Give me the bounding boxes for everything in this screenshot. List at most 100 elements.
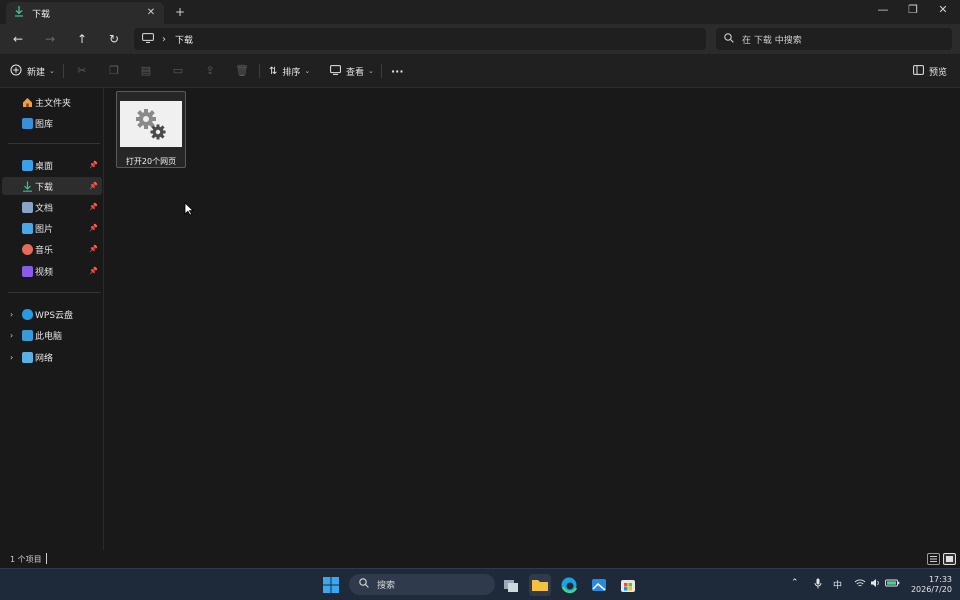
sidebar-item-desktop[interactable]: 桌面 📌	[2, 156, 102, 174]
network-icon	[22, 351, 33, 363]
desktop-icon	[22, 159, 33, 171]
task-view-button[interactable]	[500, 574, 522, 596]
navigation-bar: ← → ↑ ↻ › 下载 在 下载 中搜索	[0, 24, 960, 54]
sort-button[interactable]: ⇅ 排序 ⌄	[269, 63, 310, 79]
photos-taskbar-button[interactable]	[588, 574, 610, 596]
delete-icon[interactable]: 🗑	[234, 63, 250, 79]
view-label: 查看	[346, 67, 365, 78]
new-tab-button[interactable]: +	[172, 4, 188, 20]
file-item[interactable]: 打开20个网页	[116, 91, 186, 168]
sidebar-item-downloads[interactable]: 下载 📌	[2, 177, 102, 195]
sidebar-item-music[interactable]: 音乐 📌	[2, 240, 102, 258]
forward-button[interactable]: →	[39, 30, 61, 48]
sidebar-item-wps-cloud[interactable]: › WPS云盘	[2, 305, 102, 323]
sort-icon: ⇅	[269, 65, 278, 77]
clock-time: 17:33	[928, 575, 952, 584]
share-icon[interactable]: ⇪	[202, 63, 218, 79]
divider	[63, 64, 64, 78]
store-taskbar-button[interactable]	[617, 574, 639, 596]
download-icon	[14, 6, 24, 20]
sidebar-item-network[interactable]: › 网络	[2, 348, 102, 366]
computer-icon	[22, 329, 33, 341]
address-bar[interactable]: › 下载	[134, 28, 706, 50]
copy-icon[interactable]: ❐	[106, 63, 122, 79]
pin-icon[interactable]: 📌	[89, 161, 98, 169]
chevron-up-icon[interactable]: ⌃	[791, 578, 799, 588]
chevron-right-icon[interactable]: ›	[10, 310, 13, 319]
preview-label: 预览	[929, 67, 948, 78]
edge-taskbar-button[interactable]	[558, 574, 580, 596]
text-caret	[46, 553, 47, 564]
maximize-button[interactable]: ❐	[898, 2, 928, 18]
system-clock[interactable]: 17:33 2026/7/20	[906, 575, 952, 595]
sidebar-item-pictures[interactable]: 图片 📌	[2, 219, 102, 237]
microphone-icon[interactable]	[814, 578, 822, 592]
details-view-button[interactable]	[927, 553, 940, 565]
thumbnail-view-icon	[946, 556, 953, 562]
tab-downloads[interactable]: 下载 ✕	[6, 2, 164, 24]
gear-icon	[136, 109, 166, 140]
command-bar: 新建 ⌄ ✂ ❐ ▤ ▭ ⇪ 🗑 ⇅ 排序 ⌄ 查看 ⌄ ··· 预览	[0, 54, 960, 88]
chevron-down-icon: ⌄	[368, 67, 374, 75]
sort-label: 排序	[282, 67, 301, 78]
sidebar-item-this-pc[interactable]: › 此电脑	[2, 326, 102, 344]
new-button[interactable]: 新建 ⌄	[10, 63, 55, 79]
paste-icon[interactable]: ▤	[138, 63, 154, 79]
home-icon	[22, 97, 33, 108]
tab-title: 下载	[32, 9, 51, 20]
refresh-button[interactable]: ↻	[103, 30, 125, 48]
minimize-button[interactable]: —	[868, 2, 898, 18]
tab-close-icon[interactable]: ✕	[144, 6, 158, 20]
divider	[259, 64, 260, 78]
chevron-right-icon[interactable]: ›	[10, 353, 13, 362]
preview-button[interactable]: 预览	[913, 63, 947, 79]
up-button[interactable]: ↑	[71, 30, 93, 48]
file-list: 打开20个网页	[105, 88, 960, 550]
chevron-down-icon: ⌄	[49, 67, 55, 75]
breadcrumb-current[interactable]: 下载	[175, 33, 193, 46]
thumbnail-view-button[interactable]	[943, 553, 956, 565]
windows-logo-icon	[323, 577, 339, 593]
divider	[8, 143, 100, 144]
sidebar-item-gallery[interactable]: 图库	[2, 114, 102, 132]
file-thumbnail	[120, 101, 182, 147]
edge-icon	[561, 577, 578, 594]
search-input[interactable]: 在 下载 中搜索	[742, 33, 802, 46]
preview-pane-icon	[913, 64, 924, 78]
sidebar-item-label: 文档	[35, 203, 54, 214]
start-button[interactable]	[320, 574, 342, 596]
sidebar-item-videos[interactable]: 视频 📌	[2, 262, 102, 280]
sidebar-item-label: 下载	[35, 182, 54, 193]
view-button[interactable]: 查看 ⌄	[330, 63, 374, 79]
volume-icon[interactable]	[870, 578, 881, 591]
sidebar-item-label: 图片	[35, 224, 54, 235]
sidebar-item-home[interactable]: 主文件夹	[2, 93, 102, 111]
rename-icon[interactable]: ▭	[170, 63, 186, 79]
document-icon	[22, 201, 33, 213]
back-button[interactable]: ←	[7, 30, 29, 48]
videos-icon	[22, 265, 33, 277]
view-icon	[330, 64, 341, 78]
more-options-button[interactable]: ···	[391, 63, 404, 79]
plus-circle-icon	[10, 64, 22, 79]
pin-icon[interactable]: 📌	[89, 224, 98, 232]
battery-icon[interactable]	[885, 578, 900, 591]
sidebar-item-label: 音乐	[35, 245, 54, 256]
file-explorer-taskbar-button[interactable]	[529, 574, 551, 596]
sidebar-item-documents[interactable]: 文档 📌	[2, 198, 102, 216]
cut-icon[interactable]: ✂	[74, 63, 90, 79]
photos-icon	[592, 579, 606, 591]
pin-icon[interactable]: 📌	[89, 267, 98, 275]
pin-icon[interactable]: 📌	[89, 182, 98, 190]
pin-icon[interactable]: 📌	[89, 203, 98, 211]
pin-icon[interactable]: 📌	[89, 245, 98, 253]
taskbar-search[interactable]: 搜索	[349, 574, 495, 595]
wifi-icon[interactable]	[854, 578, 866, 591]
search-icon	[359, 578, 369, 591]
close-button[interactable]: ✕	[928, 2, 958, 18]
pictures-icon	[22, 222, 33, 234]
breadcrumb-separator[interactable]: ›	[162, 34, 166, 45]
input-method-indicator[interactable]: 中	[833, 578, 842, 591]
search-box[interactable]: 在 下载 中搜索	[716, 28, 952, 50]
chevron-right-icon[interactable]: ›	[10, 331, 13, 340]
